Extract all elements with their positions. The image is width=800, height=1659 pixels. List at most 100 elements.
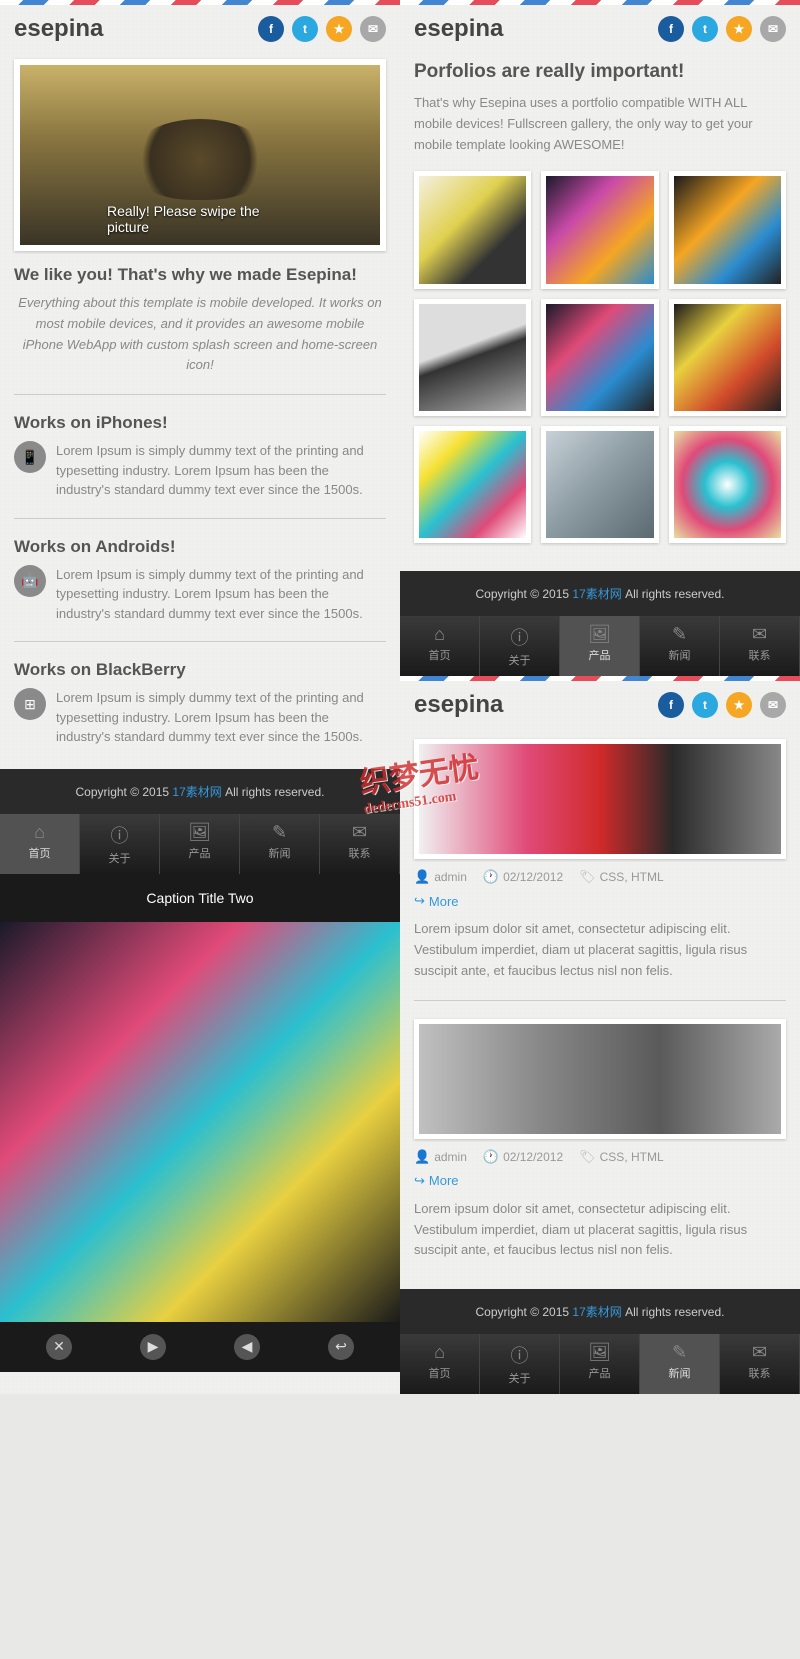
home-icon: ⌂ xyxy=(0,822,79,843)
nav-about[interactable]: ⓘ关于 xyxy=(80,814,160,874)
envelope-icon: ✉ xyxy=(720,624,799,645)
home-icon: ⌂ xyxy=(400,1342,479,1363)
mail-icon[interactable]: ✉ xyxy=(760,692,786,718)
gallery-fullscreen-image[interactable] xyxy=(0,922,400,1322)
nav-contact[interactable]: ✉联系 xyxy=(720,616,800,676)
tag-icon: 🏷 xyxy=(579,1149,596,1165)
bottom-nav: ⌂首页 ⓘ关于 🖼产品 ✎新闻 ✉联系 xyxy=(400,616,800,676)
facebook-icon[interactable]: f xyxy=(658,692,684,718)
logo[interactable]: esepina xyxy=(414,691,503,719)
portfolio-thumb[interactable] xyxy=(414,426,531,543)
portfolio-thumb[interactable] xyxy=(414,299,531,416)
image-icon: 🖼 xyxy=(160,822,239,843)
edit-icon: ✎ xyxy=(640,1342,719,1363)
feature-title: Works on iPhones! xyxy=(14,413,386,433)
hero-caption: Really! Please swipe the picture xyxy=(107,203,293,235)
nav-products[interactable]: 🖼产品 xyxy=(160,814,240,874)
blackberry-icon: ⊞ xyxy=(14,688,46,720)
nav-contact[interactable]: ✉联系 xyxy=(320,814,400,874)
post-excerpt: Lorem ipsum dolor sit amet, consectetur … xyxy=(414,1199,786,1261)
logo[interactable]: esepina xyxy=(14,15,103,43)
feature-text: Lorem Ipsum is simply dummy text of the … xyxy=(56,441,386,500)
welcome-heading: We like you! That's why we made Esepina! xyxy=(14,265,386,285)
read-more-link[interactable]: ↪More xyxy=(414,1173,786,1189)
footer-link[interactable]: 17素材网 xyxy=(572,1305,621,1319)
portfolio-thumb[interactable] xyxy=(669,171,786,288)
post-meta: 👤admin 🕐02/12/2012 🏷CSS, HTML xyxy=(414,869,786,885)
close-icon[interactable]: ✕ xyxy=(46,1334,72,1360)
facebook-icon[interactable]: f xyxy=(658,16,684,42)
portfolio-panel: esepina f t ★ ✉ Porfolios are really imp… xyxy=(400,0,800,1394)
divider xyxy=(414,1000,786,1001)
post-meta: 👤admin 🕐02/12/2012 🏷CSS, HTML xyxy=(414,1149,786,1165)
blog-post-image[interactable] xyxy=(414,1019,786,1139)
nav-about[interactable]: ⓘ关于 xyxy=(480,616,560,676)
nav-news[interactable]: ✎新闻 xyxy=(640,1334,720,1394)
gallery-caption-bar: Caption Title Two xyxy=(0,874,400,922)
portfolio-heading: Porfolios are really important! xyxy=(414,61,786,83)
info-icon: ⓘ xyxy=(80,822,159,848)
clock-icon: 🕐 xyxy=(483,1149,499,1165)
gallery-controls: ✕ ▶ ◀ ↩ xyxy=(0,1322,400,1372)
nav-contact[interactable]: ✉联系 xyxy=(720,1334,800,1394)
android-icon: 🤖 xyxy=(14,565,46,597)
nav-news[interactable]: ✎新闻 xyxy=(240,814,320,874)
footer-link[interactable]: 17素材网 xyxy=(572,587,621,601)
edit-icon: ✎ xyxy=(240,822,319,843)
feature-title: Works on Androids! xyxy=(14,537,386,557)
footer-link[interactable]: 17素材网 xyxy=(172,785,221,799)
twitter-icon[interactable]: t xyxy=(692,16,718,42)
arrow-icon: ↪ xyxy=(414,1173,425,1189)
clock-icon: 🕐 xyxy=(483,869,499,885)
portfolio-thumb[interactable] xyxy=(541,171,658,288)
facebook-icon[interactable]: f xyxy=(258,16,284,42)
header: esepina f t ★ ✉ xyxy=(0,5,400,53)
twitter-icon[interactable]: t xyxy=(692,692,718,718)
logo[interactable]: esepina xyxy=(414,15,503,43)
feature-iphone: Works on iPhones! 📱 Lorem Ipsum is simpl… xyxy=(14,413,386,500)
feature-text: Lorem Ipsum is simply dummy text of the … xyxy=(56,565,386,624)
feature-blackberry: Works on BlackBerry ⊞ Lorem Ipsum is sim… xyxy=(14,660,386,747)
envelope-icon: ✉ xyxy=(320,822,399,843)
feature-title: Works on BlackBerry xyxy=(14,660,386,680)
divider xyxy=(14,518,386,519)
mail-icon[interactable]: ✉ xyxy=(760,16,786,42)
footer: Copyright © 2015 17素材网 All rights reserv… xyxy=(400,571,800,616)
blog-post-image[interactable] xyxy=(414,739,786,859)
hero-slider[interactable]: Really! Please swipe the picture xyxy=(14,59,386,251)
nav-home[interactable]: ⌂首页 xyxy=(400,1334,480,1394)
info-icon: ⓘ xyxy=(480,624,559,650)
bottom-nav: ⌂首页 ⓘ关于 🖼产品 ✎新闻 ✉联系 xyxy=(400,1334,800,1394)
post-excerpt: Lorem ipsum dolor sit amet, consectetur … xyxy=(414,919,786,981)
divider xyxy=(14,641,386,642)
nav-products[interactable]: 🖼产品 xyxy=(560,1334,640,1394)
portfolio-thumb[interactable] xyxy=(669,426,786,543)
portfolio-thumb[interactable] xyxy=(414,171,531,288)
nav-home[interactable]: ⌂首页 xyxy=(400,616,480,676)
nav-home[interactable]: ⌂首页 xyxy=(0,814,80,874)
portfolio-desc: That's why Esepina uses a portfolio comp… xyxy=(414,93,786,155)
portfolio-thumb[interactable] xyxy=(541,299,658,416)
prev-icon[interactable]: ◀ xyxy=(234,1334,260,1360)
rss-icon[interactable]: ★ xyxy=(726,16,752,42)
rss-icon[interactable]: ★ xyxy=(726,692,752,718)
user-icon: 👤 xyxy=(414,1149,430,1165)
read-more-link[interactable]: ↪More xyxy=(414,893,786,909)
nav-products[interactable]: 🖼产品 xyxy=(560,616,640,676)
tag-icon: 🏷 xyxy=(579,869,596,885)
phone-icon: 📱 xyxy=(14,441,46,473)
twitter-icon[interactable]: t xyxy=(292,16,318,42)
nav-about[interactable]: ⓘ关于 xyxy=(480,1334,560,1394)
rss-icon[interactable]: ★ xyxy=(326,16,352,42)
portfolio-thumb[interactable] xyxy=(669,299,786,416)
nav-news[interactable]: ✎新闻 xyxy=(640,616,720,676)
back-icon[interactable]: ↩ xyxy=(328,1334,354,1360)
divider xyxy=(14,394,386,395)
header: esepina f t ★ ✉ xyxy=(400,5,800,53)
info-icon: ⓘ xyxy=(480,1342,559,1368)
portfolio-thumb[interactable] xyxy=(541,426,658,543)
edit-icon: ✎ xyxy=(640,624,719,645)
next-icon[interactable]: ▶ xyxy=(140,1334,166,1360)
feature-text: Lorem Ipsum is simply dummy text of the … xyxy=(56,688,386,747)
mail-icon[interactable]: ✉ xyxy=(360,16,386,42)
